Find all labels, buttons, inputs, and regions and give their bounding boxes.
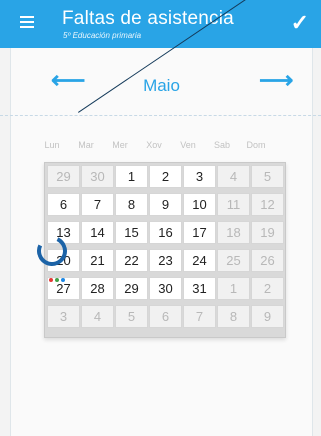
calendar-day[interactable]: 29 [47,165,80,188]
section-divider [0,115,321,116]
calendar-day[interactable]: 9 [149,193,182,216]
calendar-day[interactable]: 16 [149,221,182,244]
weekday-label: Ven [180,140,196,150]
calendar-day[interactable]: 23 [149,249,182,272]
weekday-label: Dom [246,140,266,150]
calendar-day[interactable]: 9 [251,305,284,328]
calendar-day[interactable]: 7 [183,305,216,328]
calendar-day[interactable]: 7 [81,193,114,216]
calendar-day[interactable]: 30 [149,277,182,300]
calendar-day[interactable]: 19 [251,221,284,244]
weekday-label: Mar [78,140,94,150]
weekday-label: Sab [213,140,230,150]
hamburger-menu-icon[interactable] [20,16,34,28]
status-dot [61,278,65,282]
calendar-day[interactable]: 30 [81,165,114,188]
calendar-day[interactable]: 1 [115,165,148,188]
weekday-label: Xov [146,140,162,150]
arrow-right-icon[interactable]: ⟶ [259,66,293,95]
calendar-day[interactable]: 5 [115,305,148,328]
status-dot [49,278,53,282]
page-subtitle: 5º Educación primaria [63,31,142,40]
calendar-day[interactable]: 24 [183,249,216,272]
calendar-day[interactable]: 10 [183,193,216,216]
calendar-day[interactable]: 21 [81,249,114,272]
status-dot [55,278,59,282]
month-navigation: ⟵ Maio ⟶ [11,66,312,106]
calendar-day[interactable]: 14 [81,221,114,244]
calendar-day[interactable]: 5 [251,165,284,188]
calendar-grid: 29 30 1 2 3 4 5 6 7 8 9 10 11 12 13 14 15 16 17 18 19 20 21 22 2… [44,162,286,338]
calendar-day[interactable]: 29 [115,277,148,300]
weekday-label: Mer [112,140,128,150]
calendar-day[interactable]: 15 [115,221,148,244]
calendar-day[interactable]: 4 [217,165,250,188]
calendar-day[interactable]: 18 [217,221,250,244]
weekday-label: Lun [44,140,60,150]
calendar-day[interactable]: 6 [47,193,80,216]
status-dots [49,269,69,282]
calendar-day[interactable]: 28 [81,277,114,300]
calendar-day[interactable]: 8 [217,305,250,328]
calendar-day[interactable]: 2 [149,165,182,188]
top-bar: Faltas de asistencia 5º Educación primar… [0,0,321,48]
calendar-day[interactable]: 25 [217,249,250,272]
calendar-day[interactable]: 12 [251,193,284,216]
calendar-day[interactable]: 22 [115,249,148,272]
calendar-day[interactable]: 26 [251,249,284,272]
calendar-day[interactable]: 4 [81,305,114,328]
calendar-day[interactable]: 3 [47,305,80,328]
calendar-day[interactable]: 1 [217,277,250,300]
calendar-day[interactable]: 2 [251,277,284,300]
calendar-day[interactable]: 11 [217,193,250,216]
calendar-day[interactable]: 6 [149,305,182,328]
calendar-day[interactable]: 3 [183,165,216,188]
calendar-day[interactable]: 17 [183,221,216,244]
page-title: Faltas de asistencia [62,8,234,29]
calendar-day[interactable]: 8 [115,193,148,216]
checkmark-icon[interactable]: ✓ [291,10,309,36]
weekday-header: Lun Mar Mer Xov Ven Sab Dom [36,140,292,152]
calendar-day[interactable]: 31 [183,277,216,300]
